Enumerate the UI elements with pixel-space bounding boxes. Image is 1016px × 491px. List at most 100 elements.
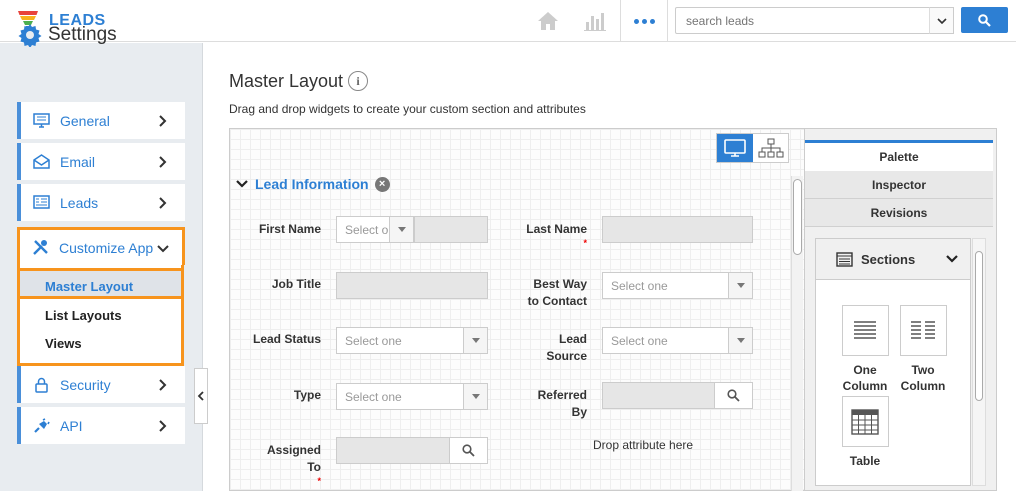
- one-column-icon: [841, 305, 889, 356]
- tab-inspector[interactable]: Inspector: [805, 171, 993, 199]
- dropdown-arrow-icon: [463, 384, 487, 409]
- sidebar-item-label: Customize App: [59, 239, 154, 256]
- palette-scrollbar[interactable]: [972, 238, 986, 486]
- chevron-down-icon[interactable]: [236, 180, 248, 188]
- envelope-icon: [33, 154, 50, 169]
- two-column-icon: [899, 305, 947, 356]
- field-label-best-way: Best Way to Contact: [527, 277, 587, 308]
- field-label-last-name: Last Name *: [505, 221, 587, 248]
- section-header[interactable]: Lead Information ×: [236, 176, 390, 192]
- sidebar-item-customize-app[interactable]: Customize App: [17, 227, 185, 265]
- referred-by-lookup[interactable]: [602, 382, 753, 409]
- dot-icon: [641, 18, 647, 24]
- lock-icon: [35, 377, 48, 393]
- close-icon[interactable]: ×: [374, 176, 390, 192]
- settings-title-label: Settings: [48, 24, 117, 45]
- lead-status-select[interactable]: Select one: [336, 327, 488, 354]
- sidebar-collapse-button[interactable]: [194, 368, 208, 424]
- section-title: Lead Information: [255, 176, 369, 192]
- scrollbar-thumb[interactable]: [793, 179, 802, 255]
- dropdown-arrow-icon: [463, 328, 487, 353]
- lookup-button[interactable]: [449, 438, 487, 463]
- field-label-type: Type: [293, 388, 321, 402]
- drop-zone-text[interactable]: Drop attribute here: [593, 438, 693, 452]
- sidebar-item-label: Security: [60, 376, 111, 393]
- search-icon: [978, 13, 991, 27]
- submenu-item-list-layouts[interactable]: List Layouts: [45, 308, 122, 323]
- chevron-right-icon: [159, 155, 167, 168]
- desktop-view-button[interactable]: [717, 134, 753, 162]
- submenu-item-views[interactable]: Views: [45, 336, 82, 351]
- monitor-icon: [724, 139, 746, 157]
- sidebar-item-label: Email: [60, 153, 96, 170]
- chevron-down-icon: [946, 255, 958, 263]
- hierarchy-view-button[interactable]: [753, 134, 788, 162]
- more-menu-button[interactable]: [620, 0, 668, 42]
- chevron-right-icon: [159, 114, 167, 127]
- sidebar-item-api[interactable]: API: [17, 407, 185, 444]
- assigned-to-lookup[interactable]: [336, 437, 488, 464]
- scrollbar-thumb[interactable]: [975, 251, 983, 401]
- last-name-input[interactable]: [602, 216, 753, 243]
- search-icon: [462, 444, 475, 457]
- type-select[interactable]: Select one: [336, 383, 488, 410]
- info-icon[interactable]: i: [348, 71, 368, 91]
- widget-two-column[interactable]: Two Column: [895, 305, 951, 394]
- chevron-down-icon: [157, 244, 169, 252]
- dot-icon: [649, 18, 655, 24]
- tab-palette[interactable]: Palette: [805, 140, 993, 172]
- required-marker: *: [583, 238, 587, 248]
- widget-table[interactable]: Table: [840, 396, 890, 469]
- dot-icon: [633, 18, 639, 24]
- monitor-icon: [33, 113, 50, 128]
- chevron-left-icon: [197, 391, 204, 401]
- lookup-button[interactable]: [714, 383, 752, 408]
- field-label-assigned-to: Assigned To *: [240, 442, 321, 486]
- sections-header[interactable]: Sections: [816, 239, 970, 280]
- tab-revisions[interactable]: Revisions: [805, 199, 993, 227]
- sections-panel: Sections One Column Two Column Table: [815, 238, 971, 486]
- home-icon[interactable]: [537, 10, 559, 32]
- sidebar-item-leads[interactable]: Leads: [17, 184, 185, 221]
- required-marker: *: [317, 476, 321, 486]
- chevron-right-icon: [159, 196, 167, 209]
- best-way-select[interactable]: Select one: [602, 272, 753, 299]
- chevron-down-icon: [936, 17, 947, 24]
- field-label-job-title: Job Title: [271, 277, 321, 291]
- search-input[interactable]: [675, 7, 954, 34]
- field-label-referred-by: Referred By: [537, 388, 587, 419]
- settings-title: Settings: [18, 23, 117, 47]
- sidebar-item-security[interactable]: Security: [17, 366, 185, 403]
- tools-icon: [33, 240, 48, 255]
- gear-icon: [18, 24, 42, 47]
- page-subtitle: Drag and drop widgets to create your cus…: [229, 102, 586, 116]
- widget-one-column[interactable]: One Column: [840, 305, 890, 394]
- layout-icon: [836, 251, 853, 267]
- submenu-item-master-layout[interactable]: Master Layout: [45, 279, 133, 294]
- top-bar: LEADS: [0, 0, 1016, 42]
- job-title-input[interactable]: [336, 272, 488, 299]
- dropdown-arrow-icon: [389, 217, 413, 242]
- first-name-input[interactable]: [414, 216, 488, 243]
- page-title: Master Layout: [229, 71, 344, 91]
- chevron-right-icon: [159, 378, 167, 391]
- field-label-lead-status: Lead Status: [252, 332, 321, 346]
- sidebar-item-label: General: [60, 112, 110, 129]
- sidebar-item-email[interactable]: Email: [17, 143, 185, 180]
- field-label-first-name: First Name: [258, 222, 321, 236]
- list-card-icon: [33, 195, 50, 209]
- select-value: Select one: [611, 334, 668, 348]
- salutation-select[interactable]: Select one: [336, 216, 414, 243]
- reports-icon[interactable]: [584, 10, 606, 32]
- lead-source-select[interactable]: Select one: [602, 327, 753, 354]
- search-icon: [727, 389, 740, 402]
- search-button[interactable]: [961, 7, 1008, 33]
- search-dropdown-button[interactable]: [929, 7, 954, 34]
- table-icon: [841, 396, 889, 447]
- chevron-right-icon: [159, 419, 167, 432]
- canvas-scrollbar[interactable]: [791, 176, 803, 491]
- sidebar-item-general[interactable]: General: [17, 102, 185, 139]
- sitemap-icon: [758, 138, 783, 158]
- sections-label: Sections: [861, 251, 916, 267]
- sidebar-item-label: API: [60, 417, 83, 434]
